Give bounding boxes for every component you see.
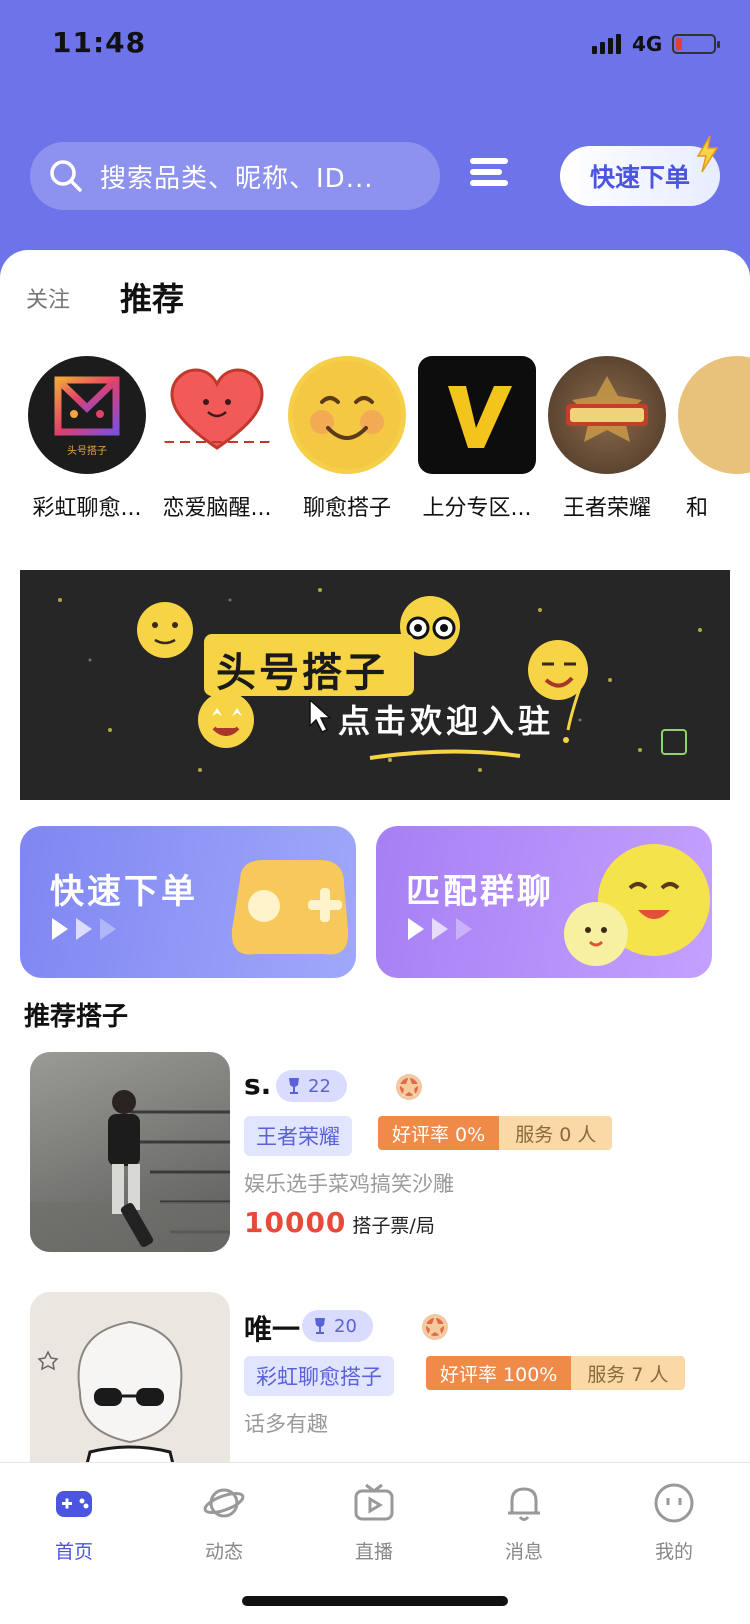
tab-label: 我的 xyxy=(654,1541,693,1563)
arrows-icon xyxy=(408,918,472,940)
promo-title: 快速下单 xyxy=(50,872,198,912)
honor-of-kings-logo xyxy=(548,356,666,474)
tab-follow[interactable]: 关注 xyxy=(26,282,70,314)
promo-title: 匹配群聊 xyxy=(406,872,554,912)
status-bar: 11:48 4G xyxy=(0,0,750,90)
category-label: 上分专区... xyxy=(422,496,532,521)
category-label: 聊愈搭子 xyxy=(302,496,391,521)
game-tag: 王者荣耀 xyxy=(244,1116,352,1156)
home-indicator xyxy=(242,1596,508,1606)
smiley-icon xyxy=(288,356,406,474)
rating-badge: 好评率 100% 服务 7 人 xyxy=(426,1356,685,1390)
tab-home[interactable]: 首页 xyxy=(24,1481,124,1564)
rank-badge-icon xyxy=(422,1314,448,1340)
price-unit: 搭子票/局 xyxy=(352,1215,435,1237)
category-item[interactable]: 上分专区... xyxy=(416,356,538,522)
rating-badge: 好评率 0% 服务 0 人 xyxy=(378,1116,613,1150)
heart-icon xyxy=(158,356,276,474)
tab-live[interactable]: 直播 xyxy=(324,1481,424,1564)
category-label: 王者荣耀 xyxy=(562,496,651,521)
player-photo xyxy=(30,1052,230,1252)
planet-icon xyxy=(203,1488,245,1518)
player-card[interactable]: s. 22 王者荣耀 好评率 0% 服务 0 人 娱乐选手菜鸡搞笑沙雕 1000… xyxy=(30,1052,720,1252)
tab-label: 动态 xyxy=(204,1541,243,1563)
category-label: 彩虹聊愈... xyxy=(32,496,142,521)
player-photo xyxy=(30,1292,230,1462)
banner-subtitle: 点击欢迎入驻 xyxy=(338,702,555,740)
tab-label: 直播 xyxy=(354,1541,393,1563)
tab-label: 首页 xyxy=(54,1541,93,1563)
quick-order-card[interactable]: 快速下单 xyxy=(20,826,356,978)
category-item[interactable]: 王者荣耀 xyxy=(546,356,668,522)
signal-icon xyxy=(592,32,621,54)
game-tag: 彩虹聊愈搭子 xyxy=(244,1356,394,1396)
search-input[interactable]: 搜索品类、昵称、ID... xyxy=(30,142,440,210)
rank-badge-icon xyxy=(396,1074,422,1100)
player-description: 娱乐选手菜鸡搞笑沙雕 xyxy=(244,1172,454,1196)
search-icon xyxy=(50,160,82,192)
level-value: 22 xyxy=(308,1075,331,1097)
served-count: 服务 7 人 xyxy=(571,1356,685,1390)
category-item[interactable]: 和 xyxy=(676,356,750,522)
network-type: 4G xyxy=(632,32,663,56)
gamepad-icon xyxy=(56,1491,92,1517)
level-value: 20 xyxy=(334,1315,357,1337)
category-item[interactable]: 聊愈搭子 xyxy=(286,356,408,522)
arrows-icon xyxy=(52,918,116,940)
tab-label: 消息 xyxy=(504,1541,543,1563)
rainbow-box-logo: 头号搭子 xyxy=(28,356,146,474)
gamepad-icon xyxy=(231,860,349,955)
tab-me[interactable]: 我的 xyxy=(624,1481,724,1564)
category-item[interactable]: 恋爱脑醒... xyxy=(156,356,278,522)
tab-recommend[interactable]: 推荐 xyxy=(120,274,184,320)
player-name: s. xyxy=(244,1068,272,1101)
tab-messages[interactable]: 消息 xyxy=(474,1481,574,1564)
rating-value: 好评率 0% xyxy=(378,1116,500,1150)
rating-value: 好评率 100% xyxy=(426,1356,572,1390)
category-row: 头号搭子 彩虹聊愈... 恋爱脑醒... 聊愈搭子 上分专区... 王者荣耀 和 xyxy=(26,356,750,526)
category-label: 恋爱脑醒... xyxy=(162,496,272,521)
v-logo xyxy=(418,356,536,474)
status-time: 11:48 xyxy=(52,26,147,59)
smiley-group-icon xyxy=(564,844,710,966)
tv-play-icon xyxy=(354,1483,394,1521)
banner[interactable]: 头号搭子 点击欢迎入驻 xyxy=(20,570,730,800)
player-description: 话多有趣 xyxy=(244,1412,328,1436)
level-badge: 20 xyxy=(302,1310,373,1342)
category-label: 和 xyxy=(686,496,709,521)
menu-icon[interactable] xyxy=(470,158,508,192)
logo-text: 头号搭子 xyxy=(67,446,107,457)
price: 10000 搭子票/局 xyxy=(244,1206,435,1239)
level-badge: 22 xyxy=(276,1070,347,1102)
trophy-icon xyxy=(315,1318,325,1334)
served-count: 服务 0 人 xyxy=(499,1116,613,1150)
section-title: 推荐搭子 xyxy=(24,1002,129,1032)
search-placeholder: 搜索品类、昵称、ID... xyxy=(100,163,374,194)
tab-moments[interactable]: 动态 xyxy=(174,1481,274,1564)
player-name: 唯一 xyxy=(244,1313,301,1346)
banner-title: 头号搭子 xyxy=(216,650,388,696)
trophy-icon xyxy=(289,1078,299,1094)
partial-category xyxy=(678,356,750,474)
category-item[interactable]: 头号搭子 彩虹聊愈... xyxy=(26,356,148,522)
lightning-icon xyxy=(696,135,719,173)
face-icon xyxy=(654,1483,694,1523)
price-value: 10000 xyxy=(244,1206,347,1239)
battery-icon xyxy=(672,34,720,54)
bell-icon xyxy=(508,1487,540,1521)
match-group-card[interactable]: 匹配群聊 xyxy=(376,826,712,978)
